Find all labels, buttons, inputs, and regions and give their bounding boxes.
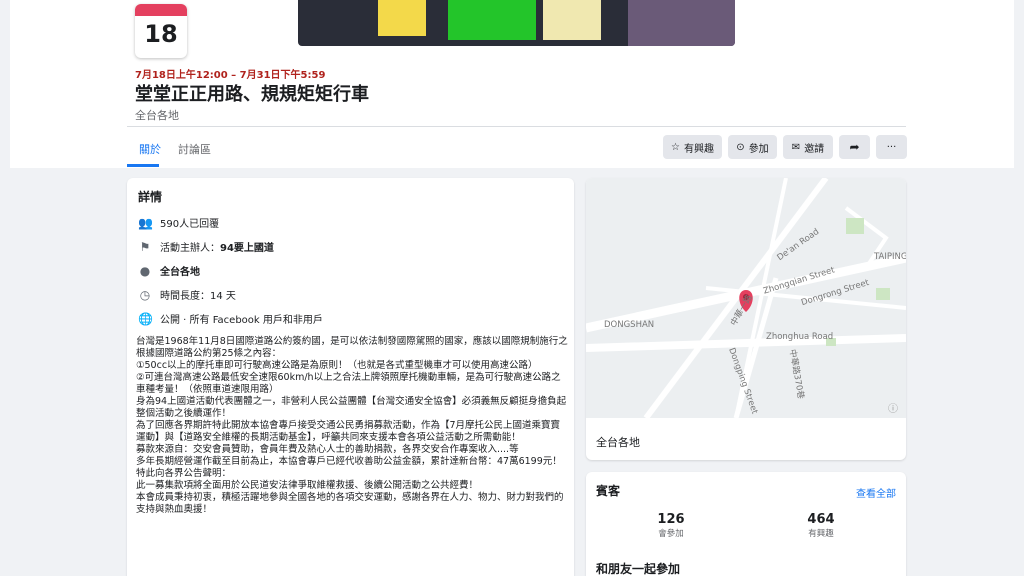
cover-sign-right xyxy=(543,0,601,40)
event-title: 堂堂正正用路、規規矩矩行車 xyxy=(135,84,369,105)
more-options-button[interactable]: ··· xyxy=(876,135,907,159)
map-label-zhonghua-road: Zhonghua Road xyxy=(766,332,834,342)
map-caption: 全台各地 xyxy=(596,436,640,449)
details-heading: 詳情 xyxy=(138,190,163,204)
share-arrow-icon: ➦ xyxy=(849,140,860,154)
place-row: ● 全台各地 xyxy=(138,263,200,279)
duration-row: ◷ 時間長度：14 天 xyxy=(138,287,236,303)
cover-green-screen xyxy=(448,0,536,40)
place-text: 全台各地 xyxy=(160,267,200,278)
going-stat-label: 會參加 xyxy=(658,529,684,539)
header-divider xyxy=(127,126,906,127)
star-icon: ☆ xyxy=(671,141,680,153)
going-count: 126 xyxy=(657,512,685,527)
location-pin-icon: ● xyxy=(139,263,151,278)
duration-text: 時間長度：14 天 xyxy=(160,291,236,302)
event-description: 台灣是1968年11月8日國際道路公約簽約國，是可以依法制發國際駕照的國家，應該… xyxy=(136,336,568,515)
active-tab-indicator xyxy=(127,164,159,167)
details-card: 詳情 👥 590人已回覆 ⚑ 活動主辦人： 94要上國道 ● 全台各地 ◷ 時間… xyxy=(127,178,574,576)
map-label-taiping: TAIPING xyxy=(874,252,906,262)
interested-count: 464 xyxy=(807,512,835,527)
stopwatch-icon: ◷ xyxy=(139,287,151,302)
privacy-row: 🌐 公開 · 所有 Facebook 用戶和非用戶 xyxy=(138,311,323,327)
event-location[interactable]: 全台各地 xyxy=(135,107,179,123)
share-button[interactable]: ➦ xyxy=(839,135,870,159)
privacy-text: 公開 · 所有 Facebook 用戶和非用戶 xyxy=(160,315,323,326)
globe-icon: 🌐 xyxy=(138,311,153,326)
guests-heading: 賓客 xyxy=(596,484,621,498)
map-label-dongshan: DONGSHAN xyxy=(604,320,655,330)
friends-heading: 和朋友一起參加 xyxy=(596,562,681,576)
cover-background xyxy=(628,0,735,46)
going-button[interactable]: ⊙ 參加 xyxy=(728,135,777,159)
flag-icon: ⚑ xyxy=(139,239,151,254)
check-circle-icon: ⊙ xyxy=(736,141,745,153)
more-dots-icon: ··· xyxy=(886,141,897,153)
calendar-day: 18日 xyxy=(144,20,178,58)
going-stat[interactable]: 126 會參加 xyxy=(621,512,721,539)
interested-stat[interactable]: 464 有興趣 xyxy=(771,512,871,539)
map-info-icon[interactable]: ⓘ xyxy=(888,400,898,415)
tab-discussion[interactable]: 討論區 xyxy=(178,141,211,157)
invite-label: 邀請 xyxy=(804,143,825,155)
host-link[interactable]: 94要上國道 xyxy=(220,239,274,254)
interested-button[interactable]: ☆ 有興趣 xyxy=(663,135,722,159)
responses-row: 👥 590人已回覆 xyxy=(138,215,220,231)
envelope-icon: ✉ xyxy=(791,141,801,153)
event-datetime: 7月18日上午12:00 – 7月31日下午5:59 xyxy=(135,70,326,81)
calendar-badge: 18日 xyxy=(135,4,187,58)
going-label: 參加 xyxy=(748,143,769,155)
responses-text: 590人已回覆 xyxy=(160,219,220,230)
interested-stat-label: 有興趣 xyxy=(808,529,834,539)
tab-about[interactable]: 關於 xyxy=(139,141,161,157)
people-icon: 👥 xyxy=(138,215,153,230)
map-card[interactable]: DONGSHAN TAIPING De'an Road Zhongqian St… xyxy=(586,178,906,460)
guests-card: 賓客 查看全部 126 會參加 464 有興趣 和朋友一起參加 xyxy=(586,472,906,576)
interested-label: 有興趣 xyxy=(683,143,714,155)
invite-button[interactable]: ✉ 邀請 xyxy=(783,135,833,159)
calendar-badge-bar xyxy=(135,4,187,16)
event-cover-photo[interactable] xyxy=(298,0,735,46)
see-all-link[interactable]: 查看全部 xyxy=(856,485,896,500)
host-row: ⚑ 活動主辦人： 94要上國道 xyxy=(138,239,274,255)
cover-sign-left xyxy=(378,0,426,36)
host-prefix: 活動主辦人： xyxy=(160,243,220,254)
